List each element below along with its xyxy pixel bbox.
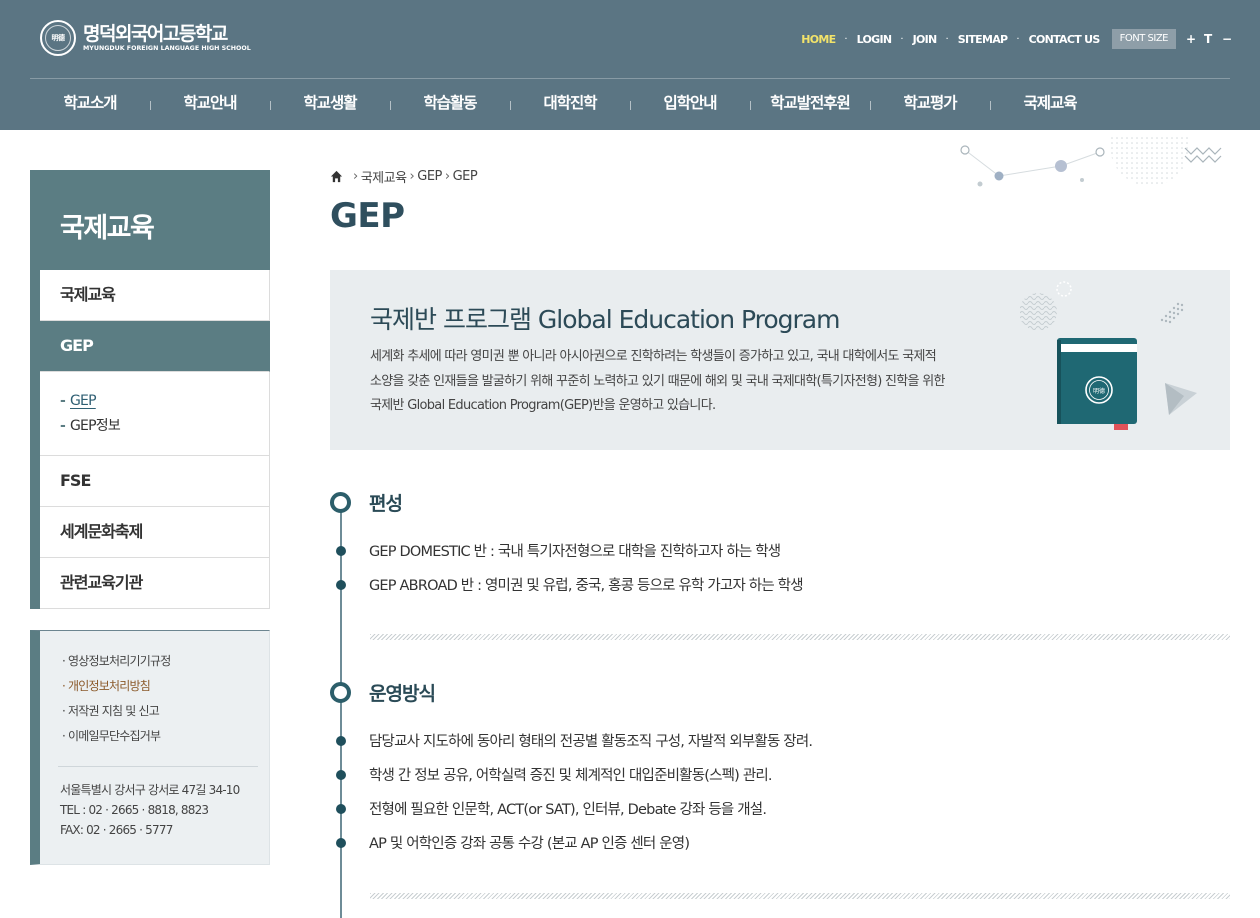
sidebar-item-international[interactable]: 국제교육 <box>40 270 270 321</box>
sidebar-item-culture-festival[interactable]: 세계문화축제 <box>40 507 270 558</box>
site-header: 明德 명덕외국어고등학교 MYUNGDUK FOREIGN LANGUAGE H… <box>0 0 1260 130</box>
operation-item: 담당교사 지도하에 동아리 형태의 전공별 활동조직 구성, 자발적 외부활동 … <box>369 734 813 750</box>
contact-us-link[interactable]: CONTACT US <box>1029 33 1101 46</box>
sidebar-submenu: - GEP - GEP정보 <box>40 372 270 456</box>
section-marker-icon <box>330 492 351 513</box>
breadcrumb-separator-icon: › <box>444 169 450 184</box>
copyright-policy-link[interactable]: · 저작권 지침 및 신고 <box>62 699 269 724</box>
composition-item: GEP ABROAD 반 : 영미권 및 유럽, 중국, 홍콩 등으로 유학 가… <box>369 578 804 594</box>
font-size-increase-button[interactable]: + <box>1186 32 1196 46</box>
font-size-label: FONT SIZE <box>1111 29 1176 49</box>
gnb-item-admission[interactable]: 입학안내 <box>630 78 750 130</box>
svg-text:明德: 明德 <box>1093 387 1105 395</box>
submenu-item-gep[interactable]: - GEP <box>60 389 269 414</box>
info-divider <box>58 766 258 767</box>
sidebar-item-fse[interactable]: FSE <box>40 456 270 507</box>
sidebar: 국제교육 국제교육 GEP - GEP - GEP정보 FSE 세계문화축제 관련교… <box>30 170 270 609</box>
school-address: 서울특별시 강서구 강서로 47길 34-10 <box>60 783 240 797</box>
intro-description: 세계화 추세에 따라 영미권 뿐 아니라 아시아권으로 진학하려는 학생들이 증… <box>370 349 945 413</box>
section-divider <box>370 634 1230 640</box>
bullet-icon <box>336 804 346 814</box>
logo-english-name: MYUNGDUK FOREIGN LANGUAGE HIGH SCHOOL <box>83 44 251 52</box>
bullet-icon <box>336 770 346 780</box>
school-logo[interactable]: 明德 명덕외국어고등학교 MYUNGDUK FOREIGN LANGUAGE H… <box>40 19 251 57</box>
utility-nav: HOME · LOGIN · JOIN · SITEMAP · CONTACT … <box>801 29 1232 49</box>
school-fax: FAX: 02 · 2665 · 5777 <box>60 823 173 837</box>
font-size-decrease-button[interactable]: − <box>1222 32 1232 46</box>
footer-info-box: · 영상정보처리기기규정 · 개인정보처리방침 · 저작권 지침 및 신고 · … <box>30 630 270 865</box>
composition-item: GEP DOMESTIC 반 : 국내 특기자전형으로 대학을 진학하고자 하는… <box>369 544 781 560</box>
book-icon: 明德 <box>1057 338 1137 430</box>
gnb-item-international[interactable]: 국제교육 <box>990 78 1110 130</box>
breadcrumb: › 국제교육 › GEP › GEP <box>330 167 478 186</box>
bullet-icon <box>336 546 346 556</box>
gnb-item-college-entry[interactable]: 대학진학 <box>510 78 630 130</box>
gnb-item-school-intro[interactable]: 학교소개 <box>30 78 150 130</box>
section-title-operation: 운영방식 <box>369 683 436 705</box>
operation-item: AP 및 어학인증 강좌 공통 수강 (본교 AP 인증 센터 운영) <box>369 836 690 852</box>
page-title: GEP <box>330 196 405 236</box>
bullet-icon <box>336 736 346 746</box>
decorative-network-graphic <box>960 136 1222 187</box>
section-divider <box>370 893 1230 899</box>
section-title-composition: 편성 <box>369 493 403 515</box>
gnb-item-school-guide[interactable]: 학교안내 <box>150 78 270 130</box>
sitemap-link[interactable]: SITEMAP <box>958 33 1008 46</box>
sidebar-menu: 국제교육 GEP - GEP - GEP정보 FSE 세계문화축제 관련교육기관 <box>30 270 270 609</box>
home-link[interactable]: HOME <box>801 33 836 46</box>
operation-item: 전형에 필요한 인문학, ACT(or SAT), 인터뷰, Debate 강좌… <box>369 802 767 818</box>
operation-item: 학생 간 정보 공유, 어학실력 증진 및 체계적인 대입준비활동(스펙) 관리… <box>369 768 773 784</box>
school-tel: TEL : 02 · 2665 · 8818, 8823 <box>60 803 209 817</box>
intro-title: 국제반 프로그램 Global Education Program <box>370 305 840 334</box>
breadcrumb-item-current: GEP <box>452 169 478 184</box>
bullet-icon <box>336 580 346 590</box>
main-nav: 학교소개 학교안내 학교생활 학습활동 대학진학 입학안내 학교발전후원 학교평… <box>30 78 1110 130</box>
timeline-line <box>340 503 342 918</box>
breadcrumb-separator-icon: › <box>353 169 358 184</box>
submenu-item-gep-info[interactable]: - GEP정보 <box>60 414 269 439</box>
breadcrumb-separator-icon: › <box>409 169 415 184</box>
breadcrumb-item-gep[interactable]: GEP <box>417 169 442 184</box>
gnb-item-school-life[interactable]: 학교생활 <box>270 78 390 130</box>
gnb-item-evaluation[interactable]: 학교평가 <box>870 78 990 130</box>
privacy-policy-link[interactable]: · 개인정보처리방침 <box>62 674 269 699</box>
gnb-item-learning[interactable]: 학습활동 <box>390 78 510 130</box>
sidebar-item-gep[interactable]: GEP <box>40 321 270 372</box>
sidebar-item-related-institutions[interactable]: 관련교육기관 <box>40 558 270 609</box>
intro-box: 국제반 프로그램 Global Education Program 세계화 추세… <box>330 270 1230 450</box>
join-link[interactable]: JOIN <box>913 33 938 46</box>
bullet-icon <box>336 838 346 848</box>
gnb-item-development-support[interactable]: 학교발전후원 <box>750 78 870 130</box>
login-link[interactable]: LOGIN <box>857 33 892 46</box>
logo-korean-name: 명덕외국어고등학교 <box>83 22 228 45</box>
email-refusal-link[interactable]: · 이메일무단수집거부 <box>62 724 269 749</box>
sidebar-title: 국제교육 <box>30 170 270 270</box>
font-size-reset-button[interactable]: T <box>1204 32 1212 46</box>
home-icon[interactable] <box>330 170 343 183</box>
school-seal-icon: 明德 <box>40 20 76 56</box>
cctv-policy-link[interactable]: · 영상정보처리기기규정 <box>62 649 269 674</box>
school-address-block: 서울특별시 강서구 강서로 47길 34-10 TEL : 02 · 2665 … <box>60 780 240 840</box>
breadcrumb-item-international[interactable]: 국제교육 <box>361 167 407 186</box>
section-marker-icon <box>330 682 351 703</box>
